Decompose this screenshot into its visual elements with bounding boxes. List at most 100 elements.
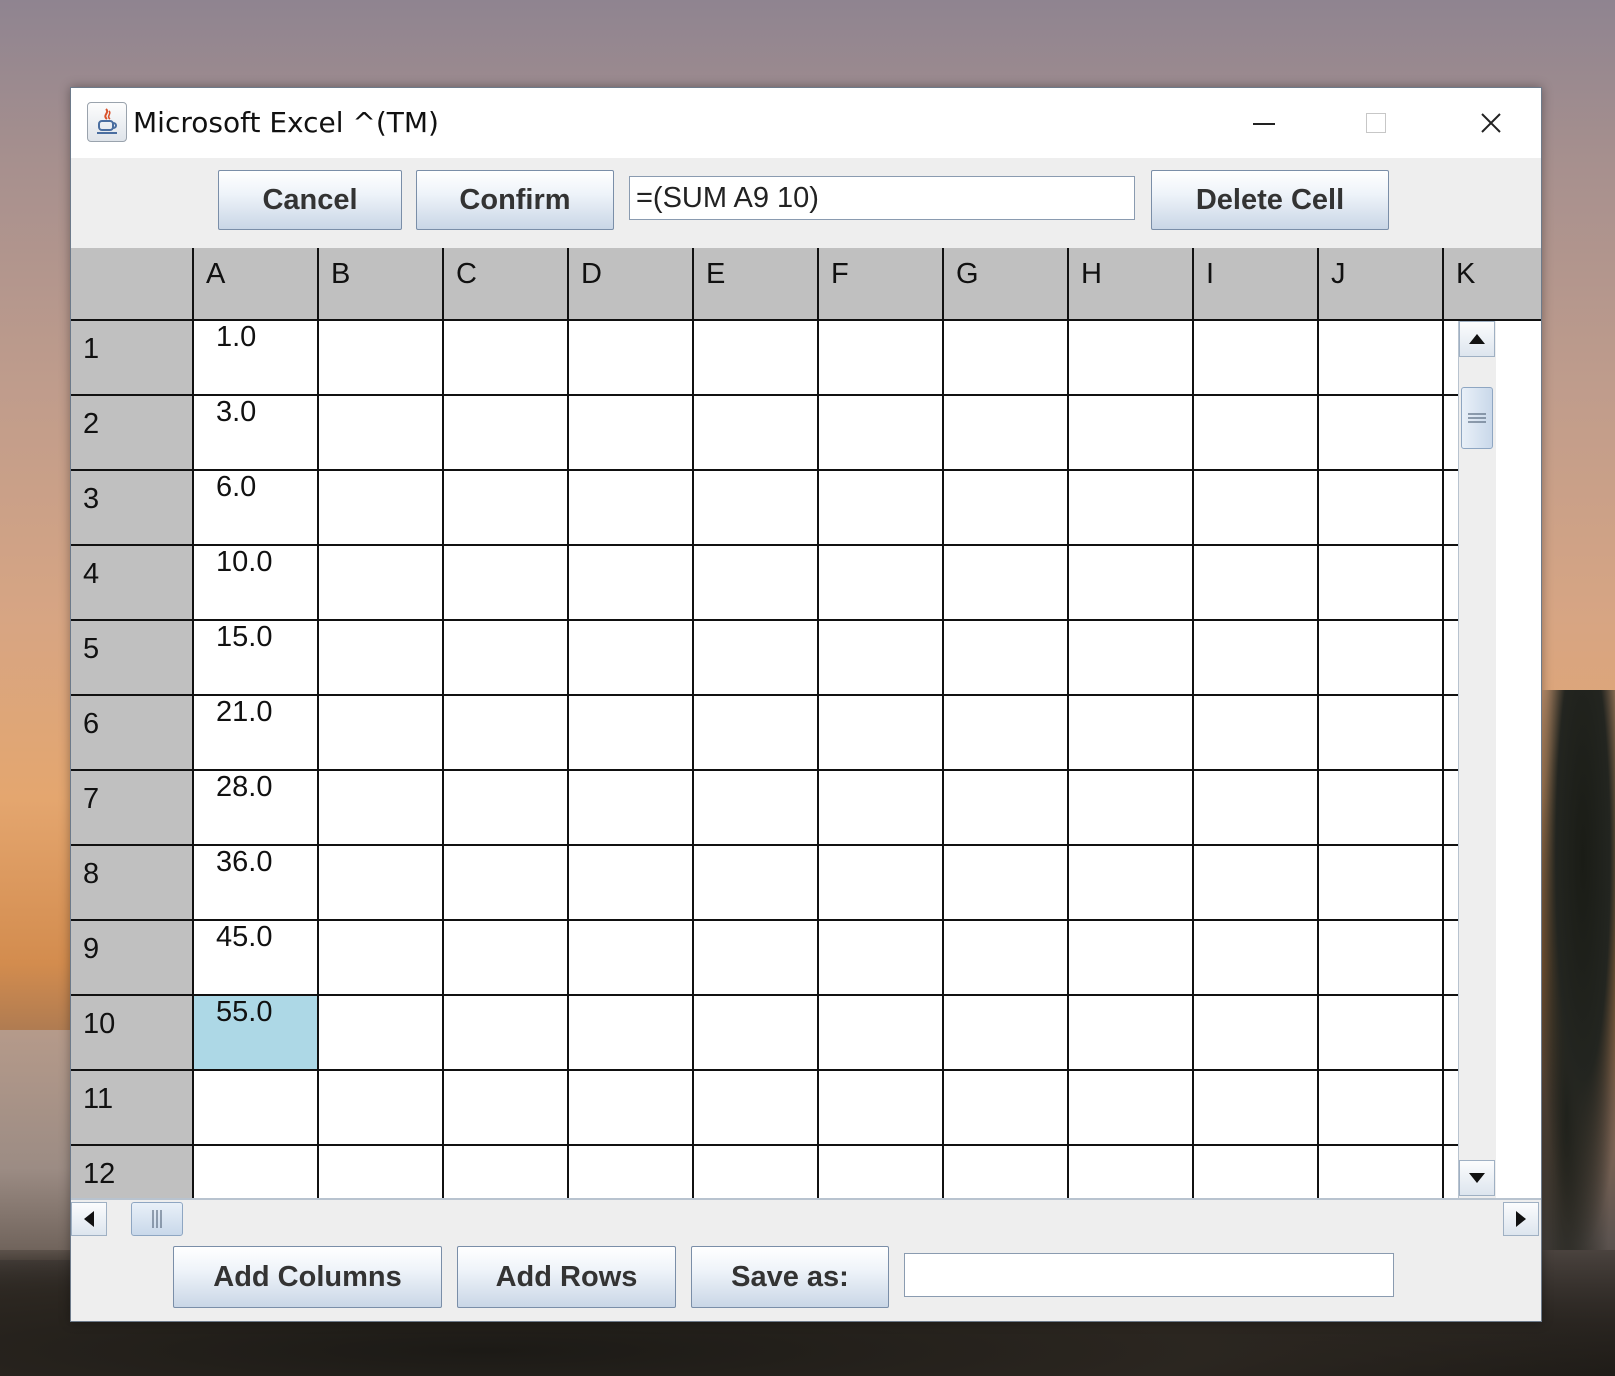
cell-g5[interactable] xyxy=(942,621,1067,696)
row-header[interactable]: 2 xyxy=(71,396,192,471)
cell-b8[interactable] xyxy=(317,846,442,921)
cell-i10[interactable] xyxy=(1192,996,1317,1071)
cell-a6[interactable]: 21.0 xyxy=(192,696,317,771)
cell-i12[interactable] xyxy=(1192,1146,1317,1198)
cell-b3[interactable] xyxy=(317,471,442,546)
cell-e8[interactable] xyxy=(692,846,817,921)
add-columns-button[interactable]: Add Columns xyxy=(173,1246,442,1308)
cell-h10[interactable] xyxy=(1067,996,1192,1071)
cell-j7[interactable] xyxy=(1317,771,1442,846)
horizontal-scroll-thumb[interactable] xyxy=(131,1202,183,1236)
cell-b9[interactable] xyxy=(317,921,442,996)
cell-f9[interactable] xyxy=(817,921,942,996)
cell-e11[interactable] xyxy=(692,1071,817,1146)
row-header[interactable]: 11 xyxy=(71,1071,192,1146)
row-header[interactable]: 3 xyxy=(71,471,192,546)
row-header[interactable]: 7 xyxy=(71,771,192,846)
cell-f11[interactable] xyxy=(817,1071,942,1146)
cell-g1[interactable] xyxy=(942,321,1067,396)
cell-i7[interactable] xyxy=(1192,771,1317,846)
cell-c8[interactable] xyxy=(442,846,567,921)
cell-c12[interactable] xyxy=(442,1146,567,1198)
cell-j1[interactable] xyxy=(1317,321,1442,396)
cell-f4[interactable] xyxy=(817,546,942,621)
cell-c1[interactable] xyxy=(442,321,567,396)
cell-d4[interactable] xyxy=(567,546,692,621)
cell-e4[interactable] xyxy=(692,546,817,621)
cell-j8[interactable] xyxy=(1317,846,1442,921)
cell-f7[interactable] xyxy=(817,771,942,846)
cell-e3[interactable] xyxy=(692,471,817,546)
save-as-button[interactable]: Save as: xyxy=(691,1246,889,1308)
cell-d3[interactable] xyxy=(567,471,692,546)
cell-b2[interactable] xyxy=(317,396,442,471)
cell-g12[interactable] xyxy=(942,1146,1067,1198)
cell-f6[interactable] xyxy=(817,696,942,771)
cell-e5[interactable] xyxy=(692,621,817,696)
cell-i2[interactable] xyxy=(1192,396,1317,471)
cell-e6[interactable] xyxy=(692,696,817,771)
cell-b1[interactable] xyxy=(317,321,442,396)
cell-f8[interactable] xyxy=(817,846,942,921)
cell-d6[interactable] xyxy=(567,696,692,771)
cell-i8[interactable] xyxy=(1192,846,1317,921)
cell-e7[interactable] xyxy=(692,771,817,846)
cell-e1[interactable] xyxy=(692,321,817,396)
vertical-scroll-thumb[interactable] xyxy=(1461,387,1493,449)
cell-f3[interactable] xyxy=(817,471,942,546)
cell-j12[interactable] xyxy=(1317,1146,1442,1198)
cell-f10[interactable] xyxy=(817,996,942,1071)
cell-c2[interactable] xyxy=(442,396,567,471)
row-header[interactable]: 6 xyxy=(71,696,192,771)
cell-j9[interactable] xyxy=(1317,921,1442,996)
cell-j10[interactable] xyxy=(1317,996,1442,1071)
cell-i9[interactable] xyxy=(1192,921,1317,996)
cell-b6[interactable] xyxy=(317,696,442,771)
row-header[interactable]: 5 xyxy=(71,621,192,696)
cell-h11[interactable] xyxy=(1067,1071,1192,1146)
cell-f5[interactable] xyxy=(817,621,942,696)
cell-h4[interactable] xyxy=(1067,546,1192,621)
cell-e10[interactable] xyxy=(692,996,817,1071)
cell-h7[interactable] xyxy=(1067,771,1192,846)
cell-b5[interactable] xyxy=(317,621,442,696)
cell-g7[interactable] xyxy=(942,771,1067,846)
row-header[interactable]: 8 xyxy=(71,846,192,921)
column-header-f[interactable]: F xyxy=(817,248,942,319)
cell-j3[interactable] xyxy=(1317,471,1442,546)
delete-cell-button[interactable]: Delete Cell xyxy=(1151,170,1389,230)
cell-h1[interactable] xyxy=(1067,321,1192,396)
cell-d1[interactable] xyxy=(567,321,692,396)
cell-c5[interactable] xyxy=(442,621,567,696)
cell-d12[interactable] xyxy=(567,1146,692,1198)
column-header-k[interactable]: K xyxy=(1442,248,1541,319)
row-header[interactable]: 1 xyxy=(71,321,192,396)
scroll-down-button[interactable] xyxy=(1459,1160,1495,1196)
row-header[interactable]: 4 xyxy=(71,546,192,621)
cell-d10[interactable] xyxy=(567,996,692,1071)
cell-h8[interactable] xyxy=(1067,846,1192,921)
column-header-j[interactable]: J xyxy=(1317,248,1442,319)
cell-c6[interactable] xyxy=(442,696,567,771)
scroll-right-button[interactable] xyxy=(1503,1202,1539,1236)
row-header[interactable]: 9 xyxy=(71,921,192,996)
cell-c7[interactable] xyxy=(442,771,567,846)
cell-c11[interactable] xyxy=(442,1071,567,1146)
cell-j6[interactable] xyxy=(1317,696,1442,771)
formula-input[interactable] xyxy=(629,176,1135,220)
cell-c4[interactable] xyxy=(442,546,567,621)
cell-a8[interactable]: 36.0 xyxy=(192,846,317,921)
cell-g4[interactable] xyxy=(942,546,1067,621)
cell-d5[interactable] xyxy=(567,621,692,696)
cell-i4[interactable] xyxy=(1192,546,1317,621)
cell-g10[interactable] xyxy=(942,996,1067,1071)
cell-j11[interactable] xyxy=(1317,1071,1442,1146)
horizontal-scrollbar[interactable] xyxy=(71,1198,1541,1238)
cell-d7[interactable] xyxy=(567,771,692,846)
vertical-scrollbar[interactable] xyxy=(1458,321,1496,1198)
cell-b11[interactable] xyxy=(317,1071,442,1146)
cell-d9[interactable] xyxy=(567,921,692,996)
cell-e9[interactable] xyxy=(692,921,817,996)
cell-h6[interactable] xyxy=(1067,696,1192,771)
column-header-c[interactable]: C xyxy=(442,248,567,319)
